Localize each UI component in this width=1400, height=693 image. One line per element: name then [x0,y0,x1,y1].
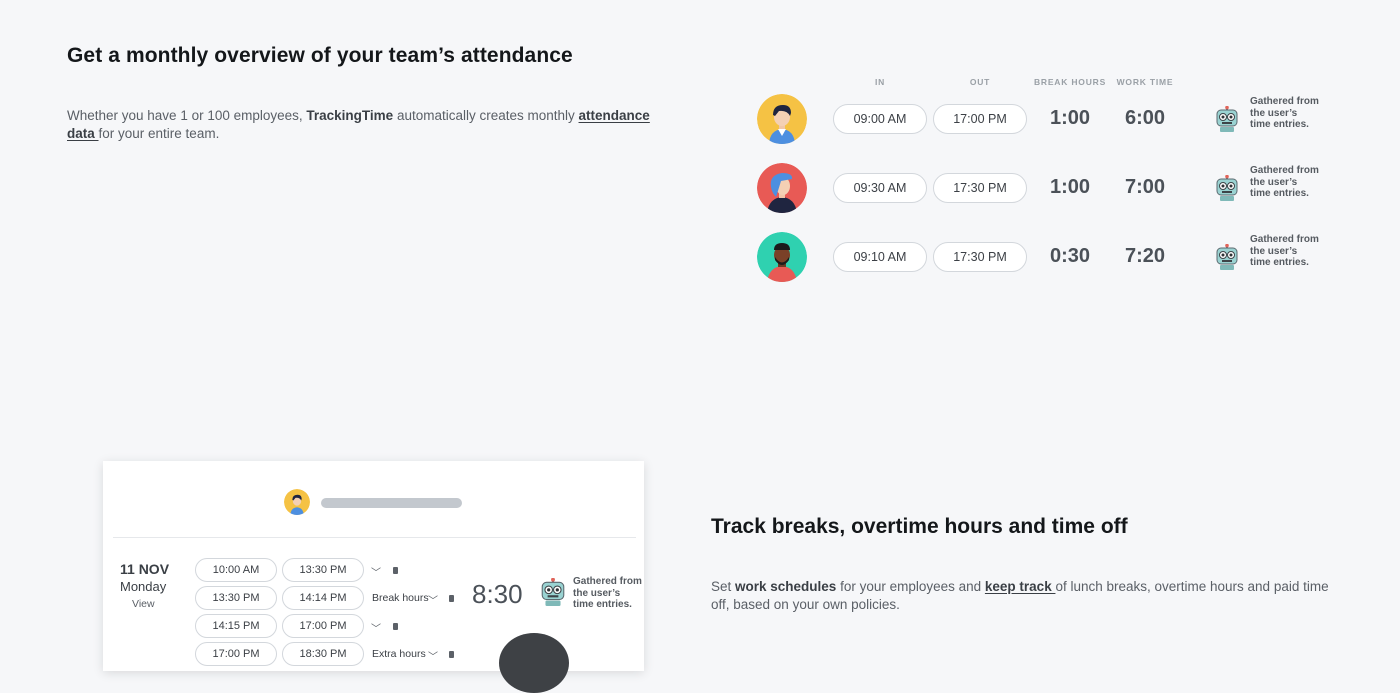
trash-icon[interactable] [449,595,454,602]
work-time-value: 7:20 [1124,245,1166,267]
work-time-value: 7:00 [1124,176,1166,198]
column-header-in: IN [874,77,886,87]
avatar [757,163,807,213]
entry-date: 11 NOV [120,561,170,577]
desc-text: for your employees and [836,579,985,594]
entry-start-time[interactable]: 17:00 PM [195,642,277,666]
chevron-down-icon[interactable]: ﹀ [428,648,438,663]
attendance-row: 09:30 AM 17:30 PM 1:00 7:00 Gathered fro… [0,163,1400,213]
divider [113,537,636,538]
user-name-placeholder-bar [321,498,462,508]
entry-end-time[interactable]: 14:14 PM [282,586,364,610]
section-description-breaks: Set work schedules for your employees an… [711,578,1331,614]
clock-out-time: 17:30 PM [933,173,1027,203]
entry-start-time[interactable]: 13:30 PM [195,586,277,610]
column-header-out: OUT [969,77,991,87]
trash-icon[interactable] [393,567,398,574]
avatar [757,232,807,282]
keep-track-link[interactable]: keep track [985,579,1056,594]
entry-weekday: Monday [120,579,167,594]
entry-end-time[interactable]: 17:00 PM [282,614,364,638]
clock-in-time: 09:00 AM [833,104,927,134]
person-avatar-icon [757,94,807,144]
desc-text: Set [711,579,736,594]
robot-icon [1216,244,1238,270]
robot-icon [1216,175,1238,201]
entry-type-label: Break hours [372,592,429,604]
chevron-down-icon[interactable]: ﹀ [371,564,381,579]
data-source-note: Gathered from the user’s time entries. [573,576,642,610]
bold-term: work schedules [735,579,837,594]
robot-icon [541,578,565,606]
break-hours-value: 1:00 [1049,107,1091,129]
entry-type-label: Extra hours [372,648,426,660]
work-time-value: 6:00 [1124,107,1166,129]
view-link[interactable]: View [132,598,155,610]
entry-start-time[interactable]: 10:00 AM [195,558,277,582]
chevron-down-icon[interactable]: ﹀ [428,592,438,607]
column-header-work-time: WORK TIME [1116,77,1174,87]
break-hours-value: 0:30 [1049,245,1091,267]
section-title-attendance: Get a monthly overview of your team’s at… [67,44,573,67]
chevron-down-icon[interactable]: ﹀ [371,620,381,635]
trash-icon[interactable] [393,623,398,630]
entry-end-time[interactable]: 13:30 PM [282,558,364,582]
person-avatar-icon [757,163,807,213]
break-hours-value: 1:00 [1049,176,1091,198]
timesheet-card: 11 NOV Monday View 10:00 AM 13:30 PM ﹀ 1… [103,461,644,693]
attendance-row: 09:00 AM 17:00 PM 1:00 6:00 Gathered fro… [0,94,1400,144]
entry-start-time[interactable]: 14:15 PM [195,614,277,638]
column-header-break-hours: BREAK HOURS [1033,77,1107,87]
robot-icon [1216,106,1238,132]
avatar [757,94,807,144]
decorative-shape [499,633,569,693]
clock-out-time: 17:30 PM [933,242,1027,272]
clock-in-time: 09:30 AM [833,173,927,203]
data-source-note: Gathered from the user’s time entries. [1250,234,1319,268]
avatar [284,489,310,515]
clock-in-time: 09:10 AM [833,242,927,272]
clock-out-time: 17:00 PM [933,104,1027,134]
trash-icon[interactable] [449,651,454,658]
entry-end-time[interactable]: 18:30 PM [282,642,364,666]
data-source-note: Gathered from the user’s time entries. [1250,165,1319,199]
section-title-breaks: Track breaks, overtime hours and time of… [711,515,1128,538]
attendance-row: 09:10 AM 17:30 PM 0:30 7:20 Gathered fro… [0,232,1400,282]
daily-total-time: 8:30 [472,579,523,609]
person-avatar-icon [757,232,807,282]
data-source-note: Gathered from the user’s time entries. [1250,96,1319,130]
person-avatar-icon [284,489,310,515]
